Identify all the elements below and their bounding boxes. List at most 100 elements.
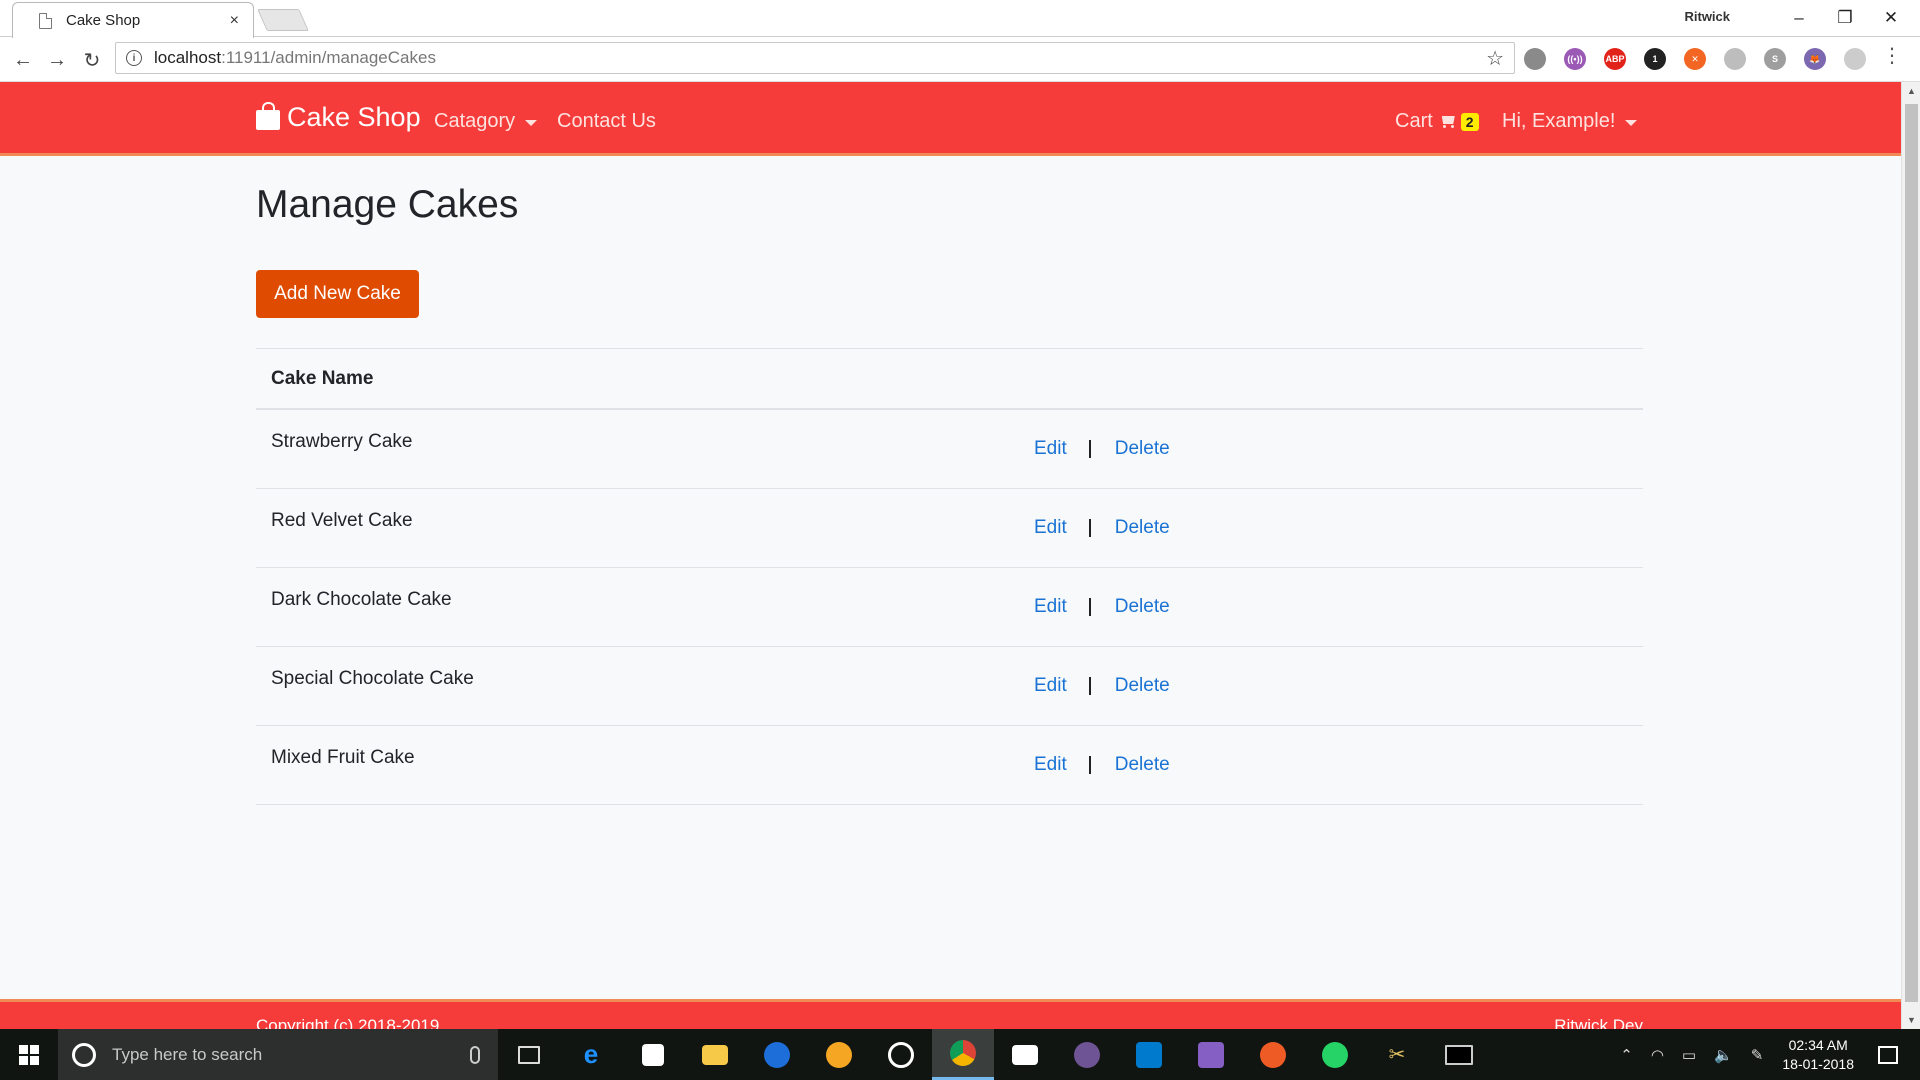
taskbar-explorer[interactable]: [684, 1029, 746, 1080]
task-view-button[interactable]: [498, 1029, 560, 1080]
taskbar-visual-studio[interactable]: [1180, 1029, 1242, 1080]
gitlab-extension-icon[interactable]: 🦊: [1804, 48, 1826, 70]
nav-category-dropdown[interactable]: Catagory: [434, 110, 538, 133]
table-header: Cake Name: [256, 348, 1643, 410]
window-user-name[interactable]: Ritwick: [1684, 9, 1730, 24]
s-extension-icon[interactable]: S: [1764, 48, 1786, 70]
taskbar-vscode[interactable]: [1118, 1029, 1180, 1080]
minimize-icon[interactable]: –: [1776, 4, 1822, 32]
close-window-icon[interactable]: ✕: [1868, 4, 1914, 32]
edit-link[interactable]: Edit: [1034, 517, 1067, 539]
add-new-cake-button[interactable]: Add New Cake: [256, 270, 419, 318]
close-icon[interactable]: ×: [230, 12, 239, 30]
cloud-extension-icon[interactable]: [1524, 48, 1546, 70]
table-body: Strawberry Cake Edit Delete Red Velvet Cake…: [256, 410, 1643, 805]
orange-extension-icon[interactable]: ✕: [1684, 48, 1706, 70]
reload-icon[interactable]: ↻: [78, 46, 106, 74]
cart-count-badge: 2: [1460, 112, 1479, 131]
delete-link[interactable]: Delete: [1115, 517, 1170, 539]
taskbar-postman[interactable]: [1242, 1029, 1304, 1080]
taskbar-firefox[interactable]: [746, 1029, 808, 1080]
table-row: Dark Chocolate Cake Edit Delete: [256, 568, 1643, 647]
brand-name: Cake Shop: [287, 102, 421, 132]
broadcast-extension-icon[interactable]: ((•)): [1564, 48, 1586, 70]
pen-icon[interactable]: ✎: [1751, 1046, 1764, 1064]
taskbar-github[interactable]: [1056, 1029, 1118, 1080]
url-host: localhost: [154, 48, 222, 67]
nav-contact-link[interactable]: Contact Us: [557, 110, 656, 133]
browser-menu-icon[interactable]: ⋮: [1882, 46, 1902, 66]
restore-icon[interactable]: ❐: [1822, 4, 1868, 32]
delete-link[interactable]: Delete: [1115, 754, 1170, 776]
table-row: Red Velvet Cake Edit Delete: [256, 489, 1643, 568]
url-path: :11911/admin/manageCakes: [221, 48, 436, 67]
task-view-icon: [518, 1045, 540, 1064]
nav-contact-label: Contact Us: [557, 110, 656, 132]
start-button[interactable]: [0, 1029, 58, 1080]
cake-name-cell: Special Chocolate Cake: [271, 668, 474, 689]
browser-tabstrip: Cake Shop × Ritwick – ❐ ✕: [0, 0, 1920, 38]
edit-link[interactable]: Edit: [1034, 754, 1067, 776]
edit-link[interactable]: Edit: [1034, 675, 1067, 697]
delete-link[interactable]: Delete: [1115, 438, 1170, 460]
taskbar-whatsapp[interactable]: [1304, 1029, 1366, 1080]
taskbar-tools[interactable]: ✂: [1366, 1029, 1428, 1080]
chevron-up-icon[interactable]: ⌃: [1620, 1046, 1633, 1064]
messenger-extension-icon[interactable]: 1: [1644, 48, 1666, 70]
page-scrollbar[interactable]: ▲ ▼: [1901, 82, 1920, 1029]
delete-link[interactable]: Delete: [1115, 675, 1170, 697]
taskbar-terminal[interactable]: [1428, 1029, 1490, 1080]
brand-link[interactable]: Cake Shop: [256, 101, 421, 133]
wifi-icon[interactable]: ◠: [1651, 1046, 1664, 1064]
nav-cart-label: Cart: [1395, 110, 1433, 132]
forward-icon[interactable]: →: [43, 46, 71, 74]
edit-link[interactable]: Edit: [1034, 438, 1067, 460]
vscode-icon: [1136, 1041, 1162, 1068]
scrollbar-thumb[interactable]: [1905, 104, 1918, 1002]
windows-logo-icon: [19, 1044, 39, 1065]
nav-cart-link[interactable]: Cart 2: [1395, 110, 1479, 133]
bookmark-star-icon[interactable]: ☆: [1486, 46, 1504, 71]
nav-user-dropdown[interactable]: Hi, Example!: [1502, 110, 1638, 133]
info-icon[interactable]: i: [126, 50, 142, 66]
taskbar-search[interactable]: Type here to search: [58, 1029, 498, 1080]
scroll-down-arrow-icon[interactable]: ▼: [1902, 1011, 1920, 1029]
table-row: Special Chocolate Cake Edit Delete: [256, 647, 1643, 726]
visual-studio-icon: [1198, 1041, 1224, 1068]
table-row: Strawberry Cake Edit Delete: [256, 410, 1643, 489]
postman-icon: [1260, 1041, 1286, 1068]
taskbar-chrome[interactable]: [932, 1029, 994, 1080]
taskbar-store[interactable]: [622, 1029, 684, 1080]
taskbar-edge[interactable]: e: [560, 1029, 622, 1080]
document-extension-icon[interactable]: [1724, 48, 1746, 70]
actions-cell: Edit Delete: [1002, 568, 1643, 646]
store-icon: [642, 1043, 664, 1066]
adblock-extension-icon[interactable]: ABP: [1604, 48, 1626, 70]
delete-link[interactable]: Delete: [1115, 596, 1170, 618]
browser-tab[interactable]: Cake Shop ×: [12, 2, 254, 38]
microphone-icon[interactable]: [470, 1045, 480, 1064]
address-bar[interactable]: i localhost:11911/admin/manageCakes ☆: [115, 42, 1515, 74]
action-center-icon[interactable]: [1878, 1045, 1898, 1064]
taskbar-clock[interactable]: 02:34 AM 18-01-2018: [1782, 1036, 1854, 1074]
cakes-table: Cake Name Strawberry Cake Edit Delete Red V…: [256, 348, 1643, 805]
taskbar-video-editor[interactable]: [994, 1029, 1056, 1080]
volume-icon[interactable]: 🔈: [1714, 1046, 1733, 1064]
column-header-cake-name: Cake Name: [271, 367, 374, 389]
edge-icon: e: [583, 1039, 599, 1069]
back-icon[interactable]: ←: [9, 46, 37, 74]
taskbar-app-disc[interactable]: [870, 1029, 932, 1080]
cart-icon: [1439, 115, 1456, 128]
tools-icon: ✂: [1388, 1044, 1406, 1066]
taskbar-app-yellow[interactable]: [808, 1029, 870, 1080]
cake-name-cell: Mixed Fruit Cake: [271, 747, 415, 768]
tree-extension-icon[interactable]: [1844, 48, 1866, 70]
cake-name-cell: Strawberry Cake: [271, 431, 413, 452]
clock-date: 18-01-2018: [1782, 1055, 1854, 1072]
edit-link[interactable]: Edit: [1034, 596, 1067, 618]
scroll-up-arrow-icon[interactable]: ▲: [1902, 82, 1920, 100]
separator: [1088, 440, 1091, 458]
clock-time: 02:34 AM: [1788, 1036, 1848, 1053]
new-tab-button[interactable]: [257, 9, 309, 31]
battery-icon[interactable]: ▭: [1682, 1046, 1696, 1064]
